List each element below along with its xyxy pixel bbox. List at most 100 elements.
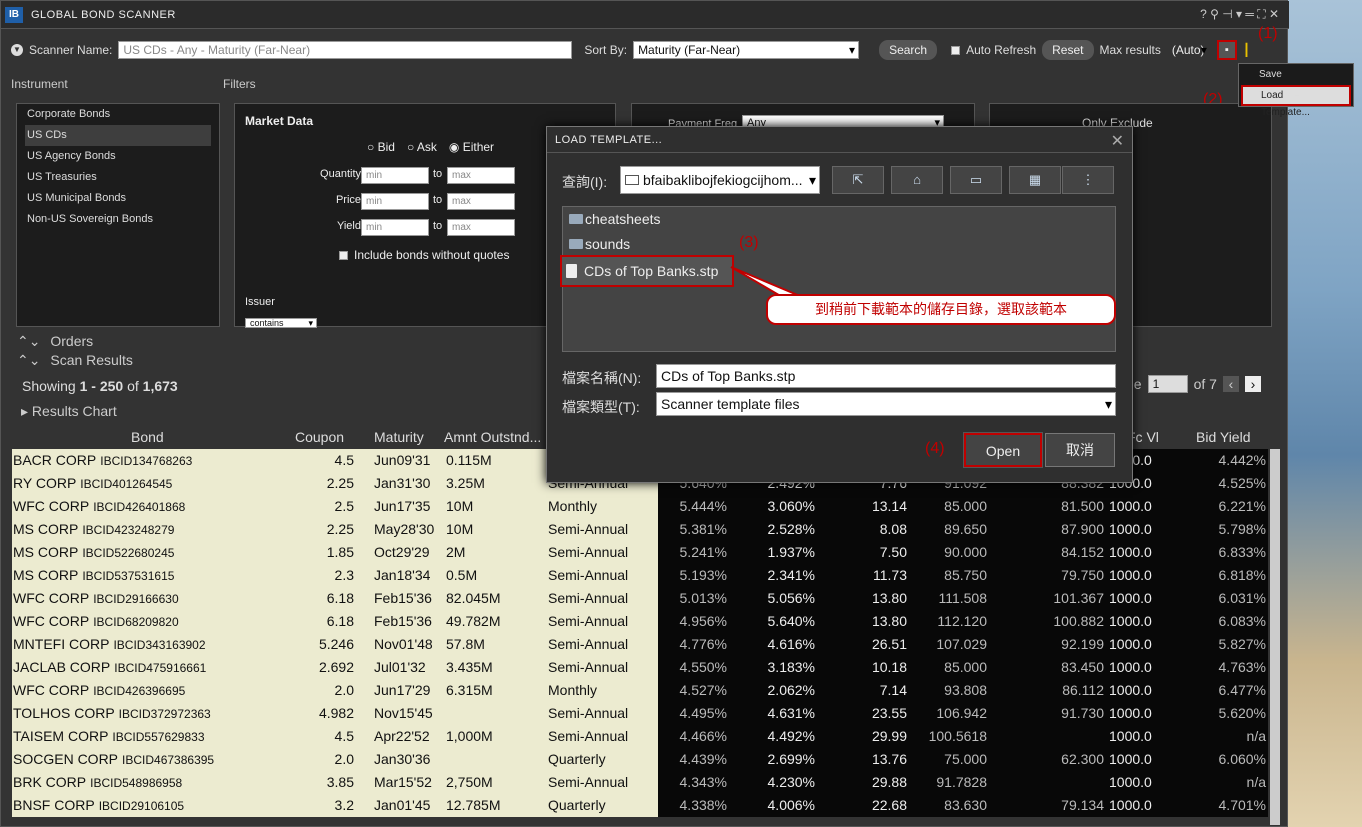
cell-c4: 112.120 xyxy=(937,613,987,629)
file-item-folder[interactable]: sounds xyxy=(567,232,630,256)
reset-button[interactable]: Reset xyxy=(1042,40,1094,60)
pin-icon[interactable]: ┃ xyxy=(1243,43,1250,57)
cell-c4: 90.000 xyxy=(944,544,987,560)
cell-freq: Semi-Annual xyxy=(548,705,629,721)
bid-radio[interactable]: ○ Bid xyxy=(367,140,395,154)
table-row[interactable]: WFC CORP IBCID68209820 6.18 Feb15'36 49.782M… xyxy=(12,610,1268,633)
cell-by: 4.701% xyxy=(1218,797,1266,813)
file-type-select[interactable]: Scanner template files xyxy=(656,392,1116,416)
folder-icon xyxy=(569,239,583,249)
yield-max-input[interactable]: max xyxy=(447,219,515,236)
cell-c5: 83.450 xyxy=(1061,659,1104,675)
bond-id: IBCID134768263 xyxy=(100,454,193,468)
file-item-folder[interactable]: cheatsheets xyxy=(567,207,661,231)
table-row[interactable]: WFC CORP IBCID426396695 2.0 Jun17'29 6.315M M… xyxy=(12,679,1268,702)
scan-results-section[interactable]: ⌃⌄ Scan Results xyxy=(17,352,133,369)
table-row[interactable]: MS CORP IBCID537531615 2.3 Jan18'34 0.5M Semi… xyxy=(12,564,1268,587)
cell-amount: 6.315M xyxy=(446,682,493,698)
next-page-icon[interactable]: › xyxy=(1244,376,1261,392)
details-view-button[interactable]: ⋮ xyxy=(1062,166,1114,194)
max-results-select[interactable]: (Auto) xyxy=(1166,41,1211,59)
instrument-item-selected[interactable]: US CDs xyxy=(25,125,211,146)
instrument-item[interactable]: US Municipal Bonds xyxy=(17,188,219,209)
bond-id: IBCID343163902 xyxy=(113,638,206,652)
cell-by: 6.221% xyxy=(1218,498,1266,514)
cell-maturity: Jan31'30 xyxy=(374,475,431,491)
auto-refresh-checkbox[interactable]: Auto Refresh xyxy=(951,43,1036,57)
table-row[interactable]: BRK CORP IBCID548986958 3.85 Mar15'52 2,750M… xyxy=(12,771,1268,794)
col-amount[interactable]: Amnt Outstnd... xyxy=(444,429,541,445)
cell-freq: Semi-Annual xyxy=(548,521,629,537)
yield-min-input[interactable]: min xyxy=(361,219,429,236)
cell-c5: 92.199 xyxy=(1061,636,1104,652)
new-folder-button[interactable]: ▭ xyxy=(950,166,1002,194)
ask-radio[interactable]: ○ Ask xyxy=(407,140,437,154)
bond-cell: JACLAB CORP IBCID475916661 xyxy=(13,656,206,679)
scanner-name-input[interactable]: US CDs - Any - Maturity (Far-Near) xyxy=(118,41,573,59)
cell-by: 6.477% xyxy=(1218,682,1266,698)
bid-label: Bid xyxy=(377,140,395,154)
sort-by-select[interactable]: Maturity (Far-Near) xyxy=(633,41,860,59)
col-maturity[interactable]: Maturity xyxy=(374,429,424,445)
open-button[interactable]: Open xyxy=(963,432,1043,468)
instrument-item[interactable]: Corporate Bonds xyxy=(17,104,219,125)
quantity-max-input[interactable]: max xyxy=(447,167,515,184)
include-no-quotes-checkbox[interactable]: Include bonds without quotes xyxy=(339,248,509,262)
instrument-item[interactable]: US Agency Bonds xyxy=(17,146,219,167)
cell-c5: 84.152 xyxy=(1061,544,1104,560)
cell-by: 5.620% xyxy=(1218,705,1266,721)
look-in-label: 查詢(I): xyxy=(562,174,608,190)
table-row[interactable]: JACLAB CORP IBCID475916661 2.692 Jul01'32 3.… xyxy=(12,656,1268,679)
table-row[interactable]: TOLHOS CORP IBCID372972363 4.982 Nov15'45 Se… xyxy=(12,702,1268,725)
ib-logo: IB xyxy=(5,6,23,23)
cell-c5: 100.882 xyxy=(1053,613,1104,629)
market-data-title: Market Data xyxy=(245,114,314,128)
file-name-input[interactable]: CDs of Top Banks.stp xyxy=(656,364,1116,388)
table-row[interactable]: MS CORP IBCID423248279 2.25 May28'30 10M Semi… xyxy=(12,518,1268,541)
home-folder-button[interactable]: ⌂ xyxy=(891,166,943,194)
back-folder-button[interactable]: ⇱ xyxy=(832,166,884,194)
price-max-input[interactable]: max xyxy=(447,193,515,210)
save-template-item[interactable]: Save Template... xyxy=(1239,64,1353,101)
page-input[interactable]: 1 xyxy=(1147,375,1188,393)
table-row[interactable]: BNSF CORP IBCID29106105 3.2 Jan01'45 12.785M… xyxy=(12,794,1268,817)
annotation-1: (1) xyxy=(1258,25,1278,42)
cancel-button[interactable]: 取消 xyxy=(1045,433,1115,467)
table-row[interactable]: WFC CORP IBCID426401868 2.5 Jun17'35 10M Mont… xyxy=(12,495,1268,518)
col-coupon[interactable]: Coupon xyxy=(295,429,344,445)
orders-section[interactable]: ⌃⌄ Orders xyxy=(17,333,93,350)
instrument-item[interactable]: Non-US Sovereign Bonds xyxy=(17,209,219,230)
bond-cell: MS CORP IBCID537531615 xyxy=(13,564,174,587)
cell-fc: 1000.0 xyxy=(1109,728,1152,744)
cell-c1: 5.241% xyxy=(679,544,727,560)
file-item-selected[interactable]: CDs of Top Banks.stp xyxy=(560,255,734,287)
cell-by: 4.442% xyxy=(1218,452,1266,468)
issuer-contains-select[interactable]: contains xyxy=(245,318,317,328)
table-row[interactable]: WFC CORP IBCID29166630 6.18 Feb15'36 82.045M… xyxy=(12,587,1268,610)
table-row[interactable]: MNTEFI CORP IBCID343163902 5.246 Nov01'48 57… xyxy=(12,633,1268,656)
window-controls[interactable]: ? ⚲ ⊣ ▾ ═ ⛶ ✕ xyxy=(1200,7,1279,22)
price-min-input[interactable]: min xyxy=(361,193,429,210)
either-radio[interactable]: ◉ Either xyxy=(449,140,494,154)
cell-by: 5.827% xyxy=(1218,636,1266,652)
table-row[interactable]: SOCGEN CORP IBCID467386395 2.0 Jan30'36 Quar… xyxy=(12,748,1268,771)
dialog-close-icon[interactable]: ✕ xyxy=(1111,131,1124,151)
cell-c5: 86.112 xyxy=(1062,682,1104,698)
col-bid-yield[interactable]: Bid Yield xyxy=(1196,429,1250,445)
results-chart-toggle[interactable]: ▸ Results Chart xyxy=(21,403,117,420)
collapse-icon[interactable]: ▼ xyxy=(11,44,23,56)
search-button[interactable]: Search xyxy=(879,40,938,60)
table-scrollbar[interactable] xyxy=(1270,449,1280,825)
table-row[interactable]: MS CORP IBCID522680245 1.85 Oct29'29 2M Semi-… xyxy=(12,541,1268,564)
bond-id: IBCID29166630 xyxy=(93,592,179,606)
table-row[interactable]: TAISEM CORP IBCID557629833 4.5 Apr22'52 1,00… xyxy=(12,725,1268,748)
prev-page-icon[interactable]: ‹ xyxy=(1222,376,1239,392)
col-bond[interactable]: Bond xyxy=(131,429,164,445)
instrument-item[interactable]: US Treasuries xyxy=(17,167,219,188)
list-view-button[interactable]: ▦ xyxy=(1009,166,1061,194)
quantity-min-input[interactable]: min xyxy=(361,167,429,184)
cell-freq: Semi-Annual xyxy=(548,636,629,652)
look-in-select[interactable]: bfaibaklibojfekiogcijhom... xyxy=(620,166,820,194)
save-template-icon[interactable]: ▪ xyxy=(1216,40,1237,60)
cell-amount: 57.8M xyxy=(446,636,485,652)
